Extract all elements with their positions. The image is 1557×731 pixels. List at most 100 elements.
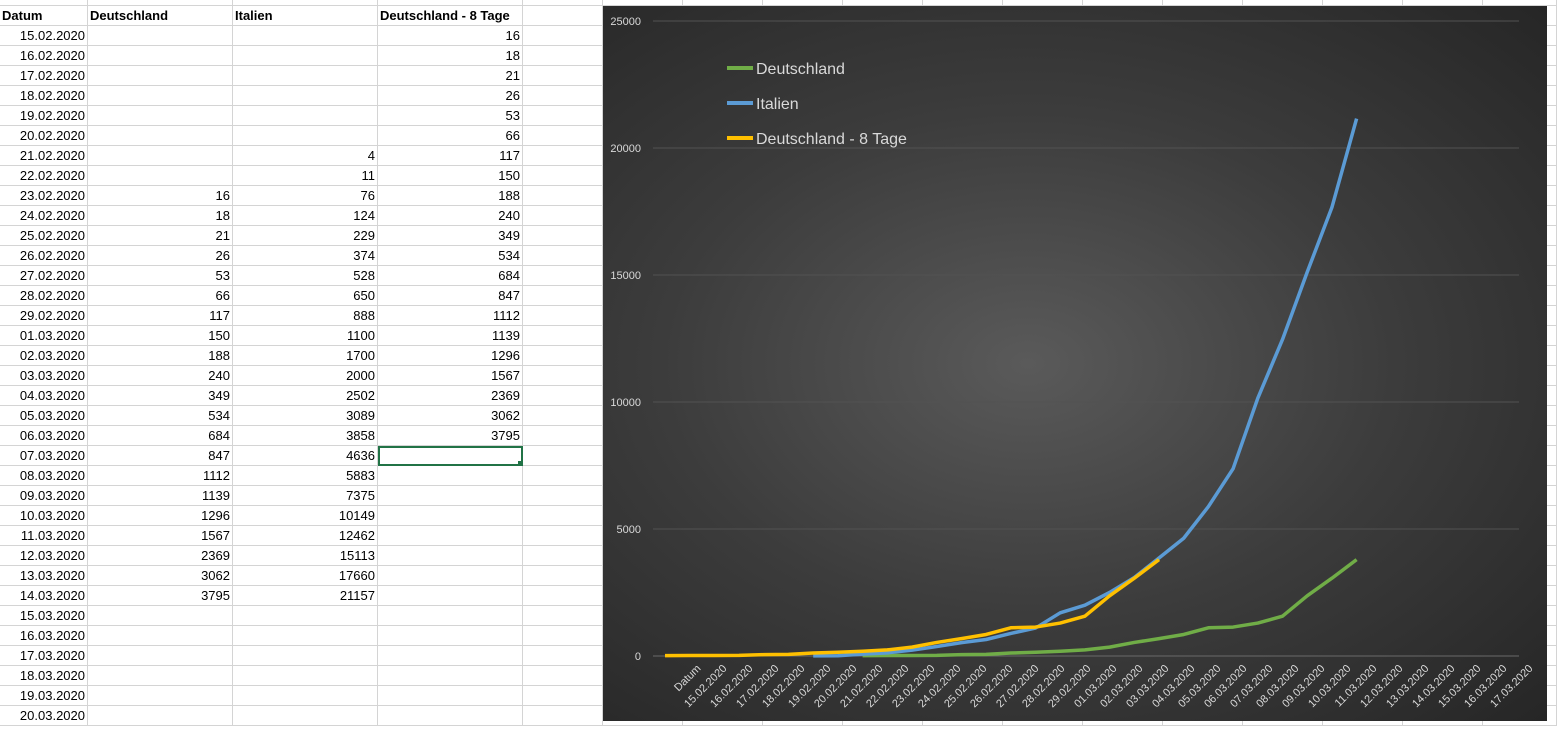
value-cell[interactable] bbox=[378, 566, 523, 586]
value-cell[interactable] bbox=[378, 666, 523, 686]
value-cell[interactable] bbox=[378, 466, 523, 486]
value-cell[interactable]: 66 bbox=[88, 286, 233, 306]
value-cell[interactable]: 2000 bbox=[233, 366, 378, 386]
value-cell[interactable]: 16 bbox=[88, 186, 233, 206]
value-cell[interactable]: 1100 bbox=[233, 326, 378, 346]
date-cell[interactable]: 25.02.2020 bbox=[0, 226, 88, 246]
cell[interactable] bbox=[523, 546, 603, 566]
cell[interactable] bbox=[523, 226, 603, 246]
date-cell[interactable]: 03.03.2020 bbox=[0, 366, 88, 386]
cell[interactable] bbox=[523, 346, 603, 366]
value-cell[interactable]: 374 bbox=[233, 246, 378, 266]
date-cell[interactable]: 14.03.2020 bbox=[0, 586, 88, 606]
value-cell[interactable] bbox=[233, 106, 378, 126]
value-cell[interactable]: 7375 bbox=[233, 486, 378, 506]
value-cell[interactable]: 1139 bbox=[88, 486, 233, 506]
value-cell[interactable]: 4636 bbox=[233, 446, 378, 466]
date-cell[interactable]: 26.02.2020 bbox=[0, 246, 88, 266]
value-cell[interactable]: 1700 bbox=[233, 346, 378, 366]
value-cell[interactable]: 1296 bbox=[88, 506, 233, 526]
legend-label[interactable]: Deutschland bbox=[756, 61, 845, 78]
cell[interactable] bbox=[523, 606, 603, 626]
value-cell[interactable]: 349 bbox=[378, 226, 523, 246]
value-cell[interactable] bbox=[88, 686, 233, 706]
cell[interactable] bbox=[523, 426, 603, 446]
cell[interactable] bbox=[523, 466, 603, 486]
value-cell[interactable]: 53 bbox=[378, 106, 523, 126]
value-cell[interactable] bbox=[378, 546, 523, 566]
value-cell[interactable]: 2369 bbox=[378, 386, 523, 406]
cell[interactable] bbox=[523, 646, 603, 666]
value-cell[interactable] bbox=[378, 706, 523, 726]
cell[interactable] bbox=[523, 626, 603, 646]
value-cell[interactable] bbox=[233, 126, 378, 146]
value-cell[interactable] bbox=[88, 126, 233, 146]
cell[interactable] bbox=[523, 186, 603, 206]
date-cell[interactable]: 12.03.2020 bbox=[0, 546, 88, 566]
date-cell[interactable]: 15.03.2020 bbox=[0, 606, 88, 626]
value-cell[interactable]: 124 bbox=[233, 206, 378, 226]
value-cell[interactable]: 3062 bbox=[88, 566, 233, 586]
value-cell[interactable]: 1567 bbox=[88, 526, 233, 546]
date-cell[interactable]: 24.02.2020 bbox=[0, 206, 88, 226]
date-cell[interactable]: 02.03.2020 bbox=[0, 346, 88, 366]
value-cell[interactable]: 10149 bbox=[233, 506, 378, 526]
value-cell[interactable]: 117 bbox=[378, 146, 523, 166]
value-cell[interactable]: 188 bbox=[378, 186, 523, 206]
value-cell[interactable] bbox=[88, 706, 233, 726]
value-cell[interactable]: 15113 bbox=[233, 546, 378, 566]
value-cell[interactable]: 5883 bbox=[233, 466, 378, 486]
value-cell[interactable] bbox=[233, 26, 378, 46]
value-cell[interactable]: 650 bbox=[233, 286, 378, 306]
series-line-2[interactable] bbox=[664, 558, 1161, 658]
value-cell[interactable]: 528 bbox=[233, 266, 378, 286]
date-cell[interactable]: 06.03.2020 bbox=[0, 426, 88, 446]
value-cell[interactable]: 18 bbox=[378, 46, 523, 66]
date-cell[interactable]: 18.02.2020 bbox=[0, 86, 88, 106]
value-cell[interactable]: 534 bbox=[378, 246, 523, 266]
cell[interactable] bbox=[523, 126, 603, 146]
date-cell[interactable]: 27.02.2020 bbox=[0, 266, 88, 286]
value-cell[interactable] bbox=[88, 606, 233, 626]
date-cell[interactable]: 17.02.2020 bbox=[0, 66, 88, 86]
value-cell[interactable] bbox=[233, 606, 378, 626]
cell[interactable] bbox=[523, 566, 603, 586]
column-header-1[interactable]: Deutschland bbox=[88, 6, 233, 26]
value-cell[interactable] bbox=[88, 666, 233, 686]
value-cell[interactable]: 18 bbox=[88, 206, 233, 226]
value-cell[interactable]: 1567 bbox=[378, 366, 523, 386]
selected-cell[interactable] bbox=[378, 446, 523, 466]
value-cell[interactable]: 76 bbox=[233, 186, 378, 206]
date-cell[interactable]: 23.02.2020 bbox=[0, 186, 88, 206]
series-line-1[interactable] bbox=[813, 118, 1359, 658]
cell[interactable] bbox=[523, 306, 603, 326]
value-cell[interactable]: 3089 bbox=[233, 406, 378, 426]
value-cell[interactable]: 240 bbox=[88, 366, 233, 386]
value-cell[interactable] bbox=[233, 626, 378, 646]
cell[interactable] bbox=[523, 206, 603, 226]
date-cell[interactable]: 20.03.2020 bbox=[0, 706, 88, 726]
value-cell[interactable]: 12462 bbox=[233, 526, 378, 546]
cell[interactable] bbox=[523, 26, 603, 46]
cell[interactable] bbox=[523, 6, 603, 26]
value-cell[interactable]: 21157 bbox=[233, 586, 378, 606]
cell[interactable] bbox=[523, 66, 603, 86]
date-cell[interactable]: 28.02.2020 bbox=[0, 286, 88, 306]
date-cell[interactable]: 16.02.2020 bbox=[0, 46, 88, 66]
cell[interactable] bbox=[523, 526, 603, 546]
column-header-2[interactable]: Italien bbox=[233, 6, 378, 26]
value-cell[interactable]: 1296 bbox=[378, 346, 523, 366]
value-cell[interactable] bbox=[88, 86, 233, 106]
value-cell[interactable]: 847 bbox=[378, 286, 523, 306]
value-cell[interactable]: 3795 bbox=[88, 586, 233, 606]
value-cell[interactable] bbox=[233, 686, 378, 706]
value-cell[interactable] bbox=[378, 686, 523, 706]
value-cell[interactable] bbox=[88, 646, 233, 666]
date-cell[interactable]: 13.03.2020 bbox=[0, 566, 88, 586]
value-cell[interactable] bbox=[378, 526, 523, 546]
date-cell[interactable]: 21.02.2020 bbox=[0, 146, 88, 166]
cell[interactable] bbox=[523, 46, 603, 66]
value-cell[interactable]: 17660 bbox=[233, 566, 378, 586]
value-cell[interactable]: 2502 bbox=[233, 386, 378, 406]
cell[interactable] bbox=[523, 666, 603, 686]
